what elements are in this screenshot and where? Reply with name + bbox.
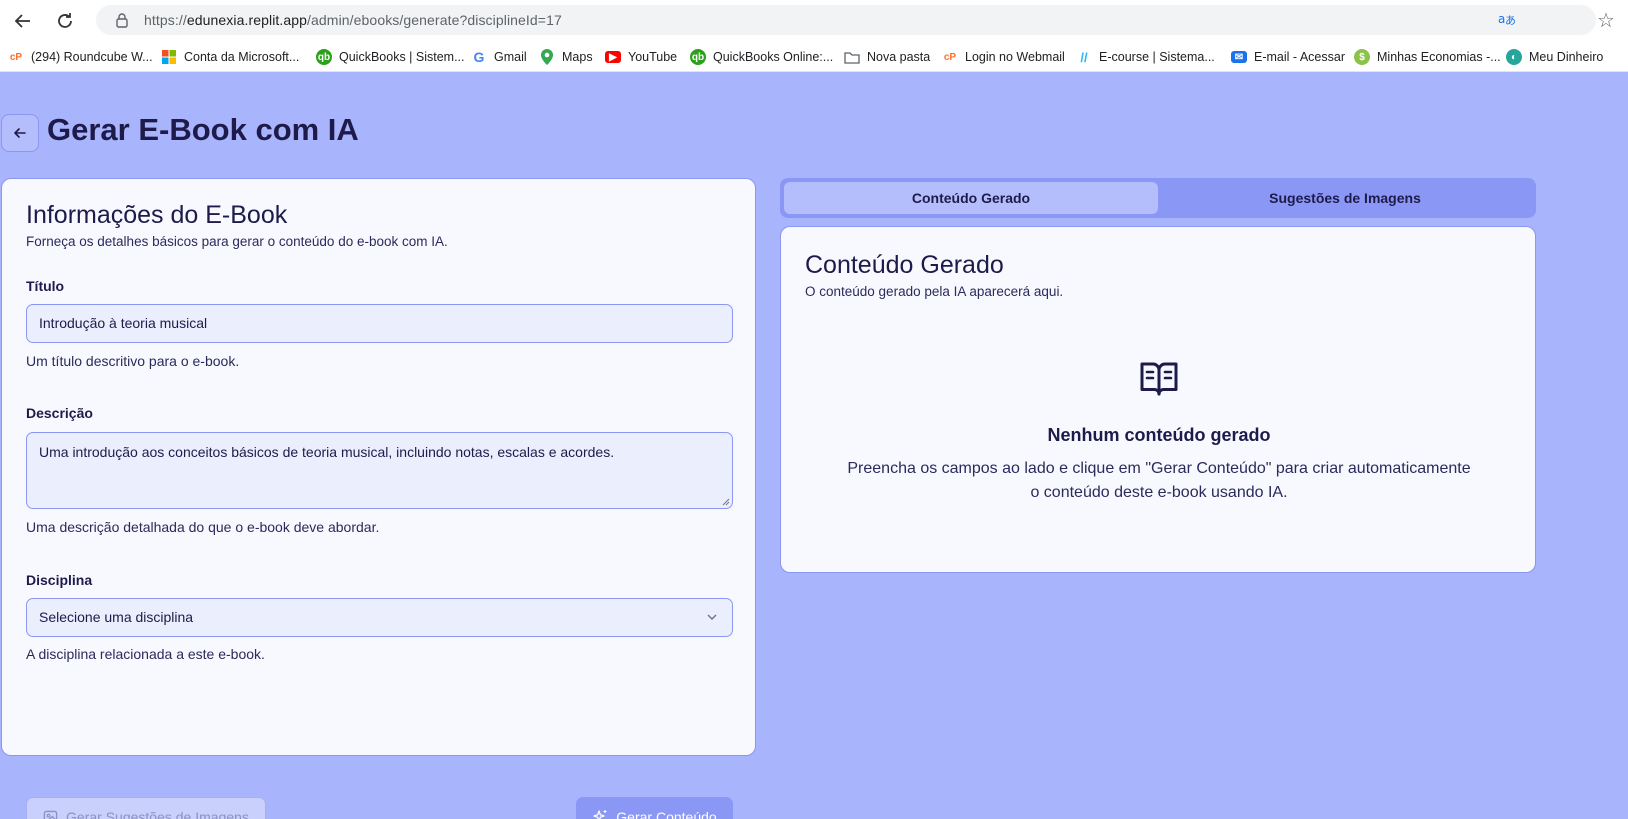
bookmark-item[interactable]: Conta da Microsoft...	[161, 48, 299, 66]
ecourse-icon: //	[1080, 49, 1088, 65]
bookmark-star-icon[interactable]: ☆	[1597, 8, 1615, 33]
card-title: Conteúdo Gerado	[805, 251, 1004, 279]
button-label: Gerar Sugestões de Imagens	[66, 809, 249, 819]
back-button[interactable]	[1, 114, 39, 152]
bookmark-item[interactable]: ◐ Meu Dinheiro	[1506, 48, 1603, 66]
google-icon: G	[473, 49, 485, 65]
bookmark-item[interactable]: qb QuickBooks Online:...	[690, 48, 833, 66]
address-bar[interactable]: https://edunexia.replit.app/admin/ebooks…	[96, 5, 1596, 35]
bookmark-item[interactable]: G Gmail	[471, 48, 527, 66]
empty-state-text: Preencha os campos ao lado e clique em "…	[847, 460, 1471, 501]
chevron-down-icon	[707, 614, 717, 620]
ebook-info-card: Informações do E-Book Forneça os detalhe…	[1, 178, 756, 819]
bookmark-item[interactable]: Maps	[539, 48, 593, 66]
resize-handle-icon[interactable]	[721, 497, 730, 506]
url-text[interactable]: https://edunexia.replit.app/admin/ebooks…	[144, 12, 562, 28]
site-info-icon[interactable]	[114, 12, 130, 28]
bookmark-item[interactable]: qb QuickBooks | Sistem...	[316, 48, 465, 66]
generated-content-card: Conteúdo Gerado O conteúdo gerado pela I…	[780, 226, 1536, 573]
description-label: Descrição	[26, 405, 93, 421]
translate-icon[interactable]: aあ	[1498, 11, 1516, 32]
sparkles-icon	[593, 810, 607, 819]
tab-generated-content[interactable]: Conteúdo Gerado	[784, 182, 1158, 214]
generate-image-suggestions-button[interactable]: Gerar Sugestões de Imagens	[26, 797, 266, 819]
discipline-label: Disciplina	[26, 572, 93, 588]
generate-content-button[interactable]: Gerar Conteúdo	[576, 797, 733, 819]
quickbooks-icon: qb	[690, 49, 706, 65]
bookmark-item[interactable]: Nova pasta	[844, 48, 930, 66]
output-tabs: Conteúdo Gerado Sugestões de Imagens	[780, 178, 1536, 218]
mail-icon: ✉	[1231, 51, 1247, 63]
page-title: Gerar E-Book com IA	[47, 112, 359, 147]
title-hint: Um título descritivo para o e-book.	[26, 353, 240, 369]
cpanel-icon: cP	[9, 51, 23, 63]
cpanel-icon: cP	[943, 51, 957, 63]
empty-state-title: Nenhum conteúdo gerado	[1047, 425, 1271, 445]
description-hint: Uma descrição detalhada do que o e-book …	[26, 519, 380, 535]
discipline-select[interactable]: Selecione uma disciplina	[26, 598, 733, 637]
svg-text:あ: あ	[1505, 14, 1516, 27]
microsoft-icon	[161, 49, 177, 65]
description-textarea[interactable]: Uma introdução aos conceitos básicos de …	[26, 432, 733, 509]
card-subtitle: O conteúdo gerado pela IA aparecerá aqui…	[805, 284, 1064, 299]
description-text: Uma introdução aos conceitos básicos de …	[39, 444, 615, 460]
dinheiro-icon: ◐	[1506, 49, 1522, 65]
reload-icon[interactable]	[52, 8, 78, 34]
bookmark-item[interactable]: //E-course | Sistema...	[1076, 48, 1214, 66]
folder-icon	[844, 49, 860, 65]
button-label: Gerar Conteúdo	[616, 809, 717, 819]
maps-pin-icon	[539, 49, 555, 65]
image-icon	[43, 810, 58, 819]
quickbooks-icon: qb	[316, 49, 332, 65]
bookmark-item[interactable]: ▶ YouTube	[605, 48, 677, 66]
card-subtitle: Forneça os detalhes básicos para gerar o…	[26, 234, 448, 249]
bookmark-item[interactable]: cP (294) Roundcube W...	[8, 48, 153, 66]
bookmarks-bar: cP (294) Roundcube W... Conta da Microsof…	[0, 40, 1628, 72]
bookmark-item[interactable]: ✉ E-mail - Acessar	[1231, 48, 1345, 66]
back-arrow-icon[interactable]	[10, 8, 36, 34]
bookmark-item[interactable]: cP Login no Webmail	[942, 48, 1065, 66]
app-page: Gerar E-Book com IA Informações do E-Boo…	[0, 72, 1628, 819]
discipline-selected-value: Selecione uma disciplina	[39, 609, 194, 625]
browser-toolbar: https://edunexia.replit.app/admin/ebooks…	[0, 0, 1628, 40]
title-input[interactable]: Introdução à teoria musical	[26, 304, 733, 343]
discipline-hint: A disciplina relacionada a este e-book.	[26, 646, 265, 662]
arrow-left-icon	[14, 128, 26, 138]
card-title: Informações do E-Book	[26, 201, 288, 229]
open-book-icon	[1140, 362, 1178, 396]
title-label: Título	[26, 278, 65, 294]
tab-image-suggestions[interactable]: Sugestões de Imagens	[1158, 182, 1532, 214]
economias-icon: $	[1354, 49, 1370, 65]
bookmark-item[interactable]: $ Minhas Economias -...	[1354, 48, 1501, 66]
youtube-icon: ▶	[605, 51, 621, 63]
